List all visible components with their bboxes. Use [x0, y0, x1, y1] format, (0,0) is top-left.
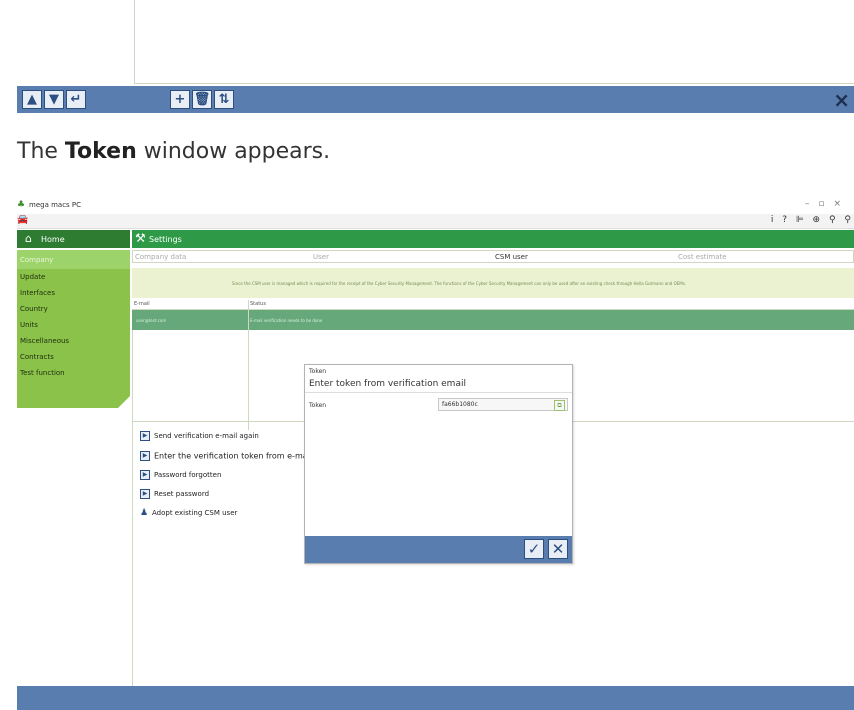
arrow-right-icon: ▶ [140, 470, 150, 480]
table-header: E-mail Status [132, 300, 854, 310]
action-label: Adopt existing CSM user [152, 509, 238, 517]
sidebar-item-miscellaneous[interactable]: Miscellaneous [20, 337, 69, 345]
action-label: Password forgotten [154, 471, 222, 479]
cancel-button[interactable]: ✕ [548, 539, 568, 559]
car-icon[interactable]: 🚘 [17, 215, 28, 225]
sidebar-item-update[interactable]: Update [20, 273, 45, 281]
arrow-right-icon: ▶ [140, 431, 150, 441]
caption-text: The [17, 139, 65, 164]
action-label: Send verification e-mail again [154, 432, 259, 440]
tray-icons[interactable]: i ? ⊫ ⊕ ⚲ ⚲ [771, 215, 854, 225]
menu-bar: 🚘 i ? ⊫ ⊕ ⚲ ⚲ [17, 214, 854, 229]
arrow-down-icon: ▼ [49, 92, 59, 107]
settings-header: ⚒ Settings [132, 230, 854, 248]
sync-button[interactable]: ⇅ [214, 90, 234, 109]
caption-text-end: window appears. [136, 139, 331, 164]
sidebar-item-units[interactable]: Units [20, 321, 38, 329]
dialog-title: Token [309, 368, 327, 375]
paste-icon[interactable]: ⧉ [554, 400, 565, 411]
arrow-right-icon: ▶ [140, 489, 150, 499]
return-button[interactable]: ↵ [66, 90, 86, 109]
sidebar-item-company[interactable]: Company [17, 250, 130, 269]
arrow-right-icon: ▶ [140, 451, 150, 461]
check-icon: ✓ [527, 540, 541, 558]
column-divider [248, 300, 249, 430]
column-email: E-mail [134, 301, 150, 307]
home-icon: ⌂ [25, 232, 32, 245]
home-button[interactable]: ⌂ Home [17, 230, 130, 248]
action-label: Enter the verification token from e-mail [154, 451, 313, 461]
tab-user[interactable]: User [313, 253, 329, 261]
column-status: Status [250, 301, 266, 307]
plus-icon: + [174, 92, 186, 107]
dialog-footer: ✓ ✕ [305, 536, 572, 563]
home-label: Home [41, 235, 65, 244]
window-controls[interactable]: –▫× [805, 199, 850, 209]
info-banner-text: Since the CSM user is managed which is r… [232, 281, 687, 286]
return-icon: ↵ [70, 92, 82, 107]
sidebar-item-contracts[interactable]: Contracts [20, 353, 54, 361]
sidebar-tail [17, 396, 130, 408]
cell-status: E-mail verification needs to be done [250, 318, 323, 323]
tab-company-data[interactable]: Company data [135, 253, 186, 261]
sidebar-item-interfaces[interactable]: Interfaces [20, 289, 55, 297]
arrow-up-icon: ▲ [27, 92, 37, 107]
add-button[interactable]: + [170, 90, 190, 109]
adopt-csm-user-button[interactable]: ♟ Adopt existing CSM user [140, 508, 237, 518]
tab-csm-user[interactable]: CSM user [495, 253, 528, 261]
reset-password-button[interactable]: ▶ Reset password [140, 489, 209, 499]
window-title: mega macs PC [29, 201, 82, 209]
token-dialog: Token Enter token from verification emai… [304, 364, 573, 564]
close-icon: ✕ [551, 540, 565, 558]
content-border [132, 422, 133, 686]
sidebar-item-country[interactable]: Country [20, 305, 48, 313]
move-down-button[interactable]: ▼ [44, 90, 64, 109]
cell-email: user@test.com [136, 318, 167, 323]
list-panel [134, 0, 854, 84]
app-window: ♣ mega macs PC –▫× 🚘 i ? ⊫ ⊕ ⚲ ⚲ ⌂ Home … [17, 198, 854, 710]
password-forgotten-button[interactable]: ▶ Password forgotten [140, 470, 221, 480]
move-up-button[interactable]: ▲ [22, 90, 42, 109]
person-icon: ♟ [140, 508, 149, 518]
top-toolbar: ▲ ▼ ↵ + 🗑 ⇅ × [17, 86, 854, 113]
action-label: Reset password [154, 490, 210, 498]
bottom-toolbar [17, 686, 854, 710]
caption-bold: Token [64, 139, 137, 164]
enter-token-button[interactable]: ▶ Enter the verification token from e-mai… [140, 451, 312, 461]
table-row[interactable]: user@test.com E-mail verification needs … [132, 310, 854, 330]
token-value: fa66b1080c [442, 401, 478, 408]
sidebar: Company Update Interfaces Country Units … [17, 250, 130, 396]
divider [305, 392, 572, 393]
app-logo-icon: ♣ [17, 200, 26, 210]
info-banner: Since the CSM user is managed which is r… [132, 268, 854, 298]
sync-icon: ⇅ [218, 92, 230, 107]
caption: The Token window appears. [17, 139, 330, 164]
token-label: Token [309, 402, 327, 409]
delete-button[interactable]: 🗑 [192, 90, 212, 109]
token-input[interactable]: fa66b1080c ⧉ [438, 398, 568, 411]
trash-icon: 🗑 [193, 92, 211, 107]
tab-cost-estimate[interactable]: Cost estimate [678, 253, 727, 261]
tab-bar: Company data User CSM user Cost estimate [132, 250, 854, 263]
title-bar: ♣ mega macs PC –▫× [17, 198, 854, 214]
wrench-icon: ⚒ [135, 231, 146, 245]
close-button[interactable]: × [833, 88, 850, 112]
confirm-button[interactable]: ✓ [524, 539, 544, 559]
sidebar-item-test-function[interactable]: Test function [20, 369, 65, 377]
settings-title: Settings [149, 235, 182, 244]
send-verification-button[interactable]: ▶ Send verification e-mail again [140, 431, 259, 441]
sidebar-item-label: Company [20, 256, 54, 264]
dialog-subtitle: Enter token from verification email [309, 379, 466, 389]
